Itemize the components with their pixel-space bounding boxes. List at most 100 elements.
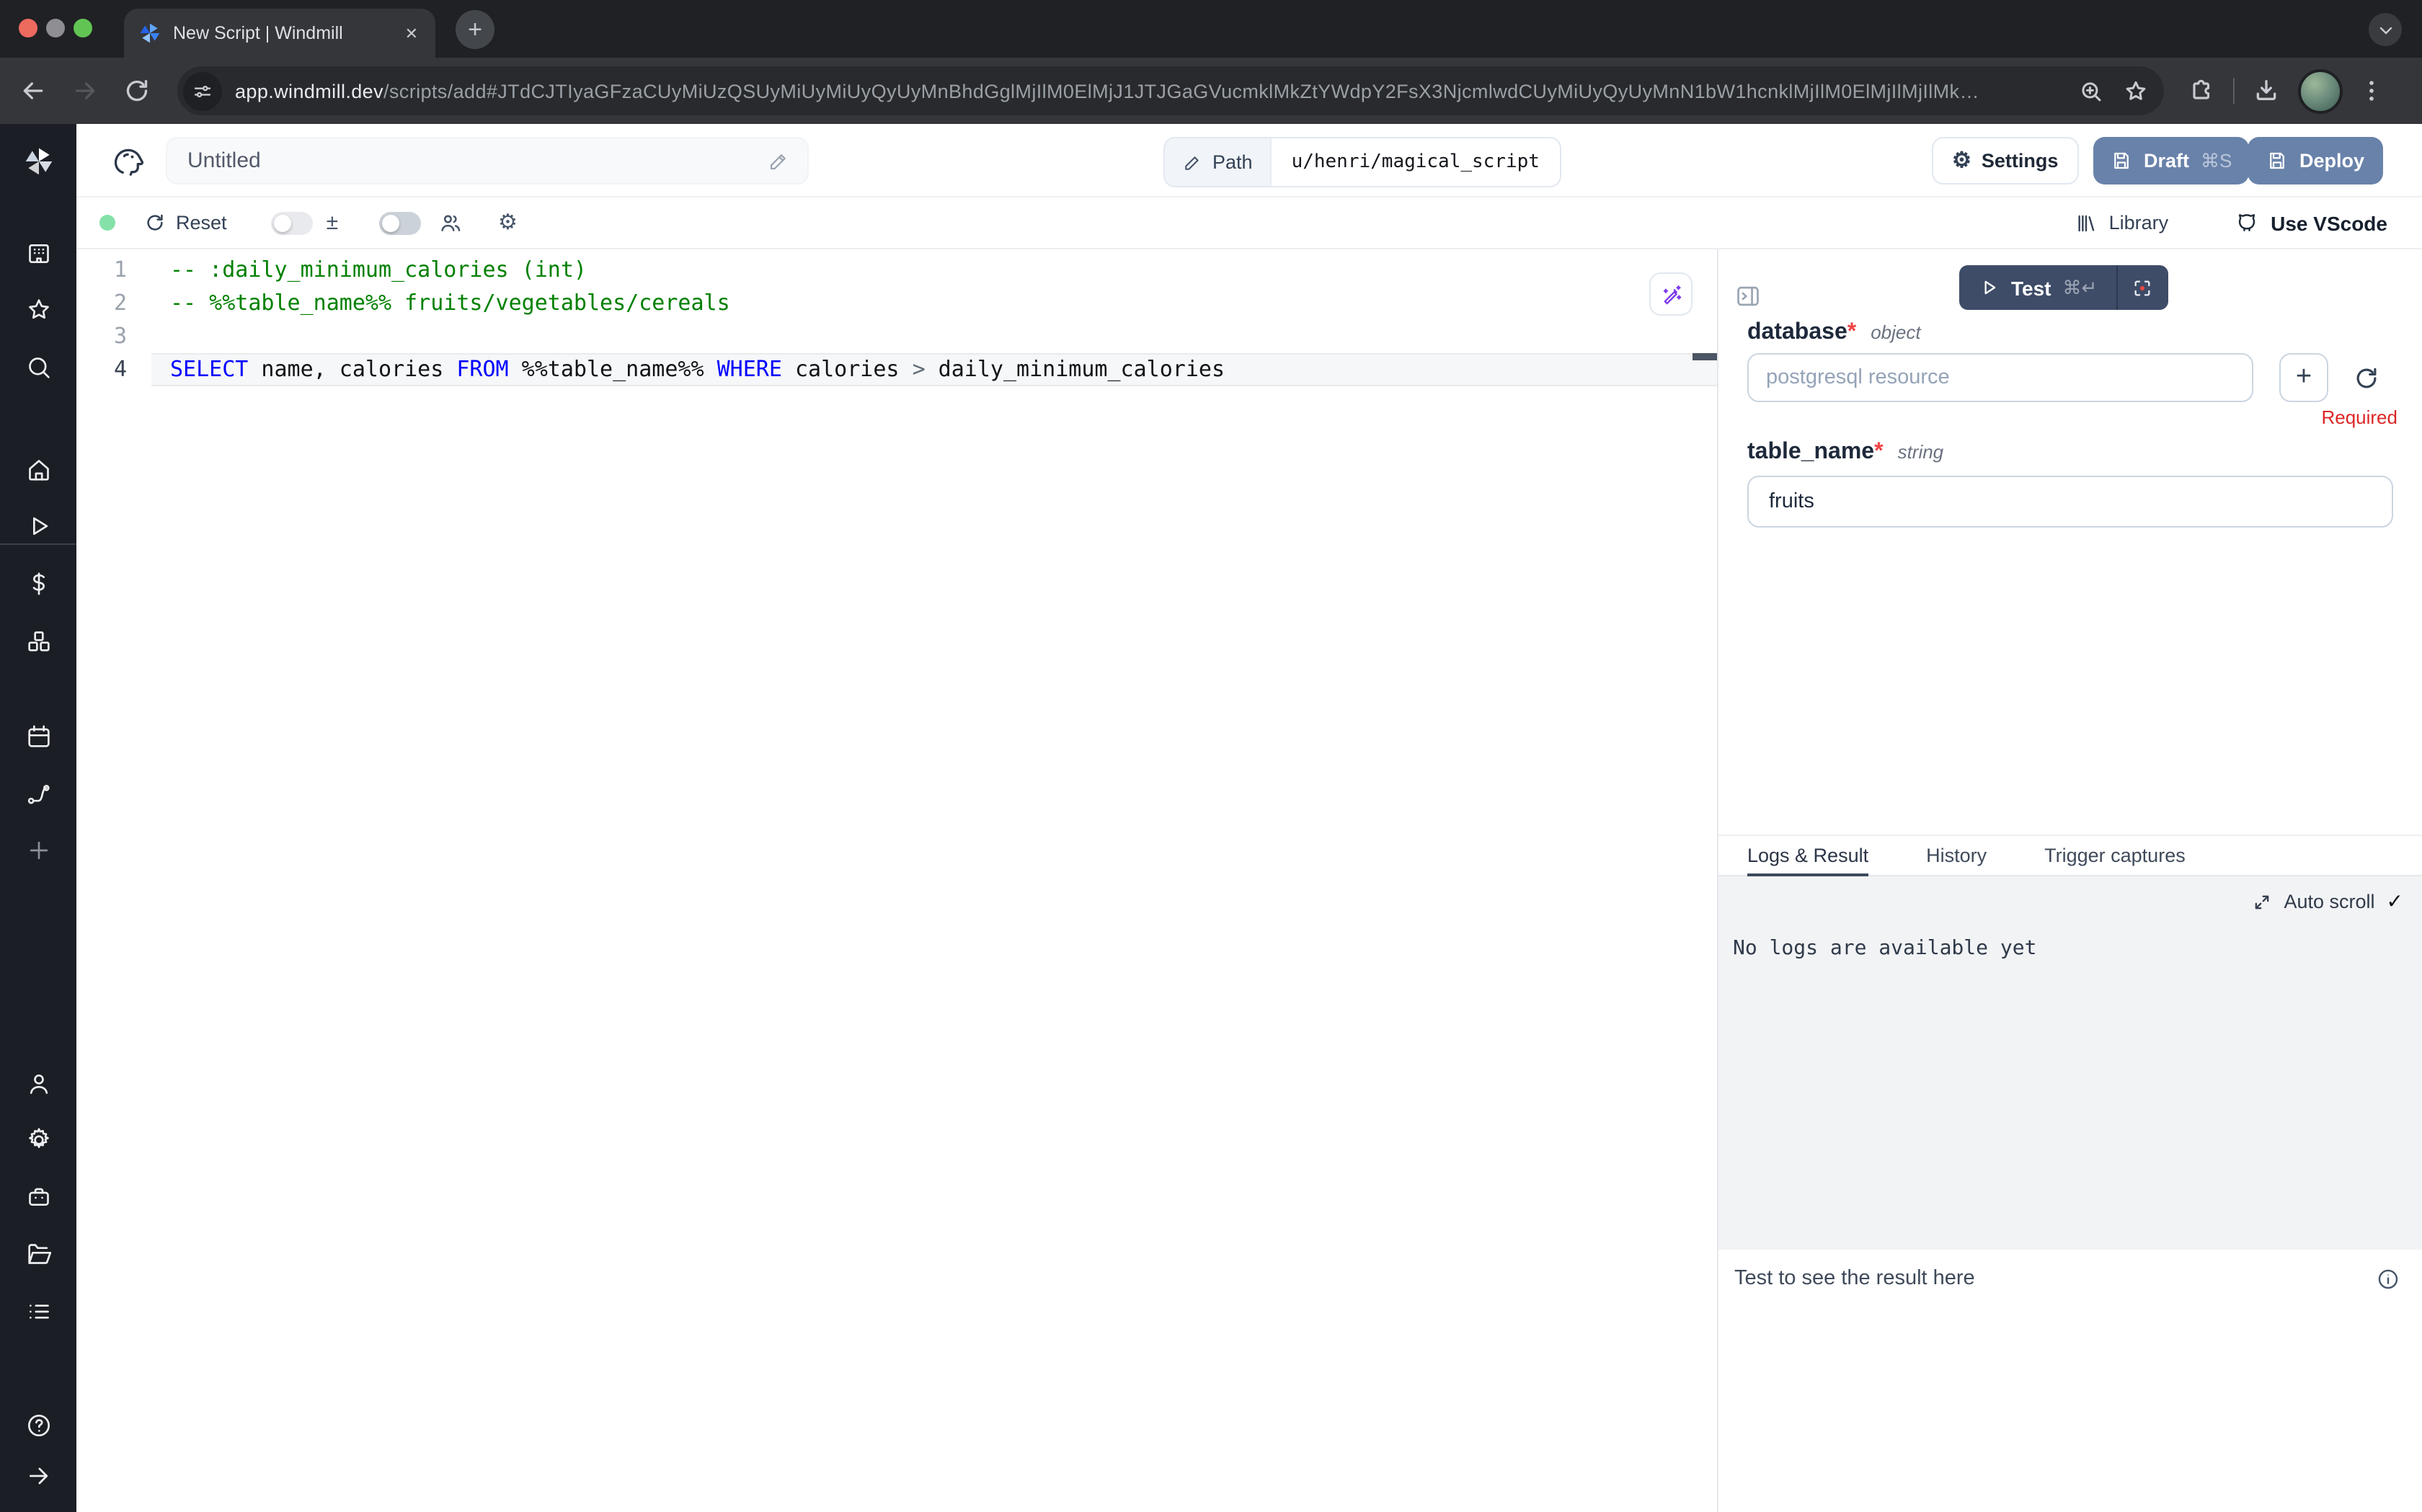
sidebar-item-settings[interactable] <box>0 1126 76 1157</box>
window-maximize-button[interactable] <box>74 19 92 37</box>
sidebar-item-expand[interactable] <box>0 1462 76 1493</box>
multiplayer-toggle[interactable] <box>378 211 420 234</box>
line-number: 3 <box>76 320 151 353</box>
code-line[interactable]: SELECT name, calories FROM %%table_name%… <box>151 353 1717 386</box>
bookmark-star-icon[interactable] <box>2122 77 2150 104</box>
code-token: -- %%table_name%% fruits/vegetables/cere… <box>170 290 730 316</box>
sidebar-item-users[interactable] <box>0 1069 76 1101</box>
expand-icon[interactable] <box>2252 891 2272 912</box>
play-icon <box>1978 277 2000 298</box>
sidebar-item-runs[interactable] <box>0 512 76 543</box>
menu-dots-icon[interactable] <box>2357 76 2386 105</box>
add-icon <box>24 836 53 865</box>
auto-scroll-control[interactable]: Auto scroll ✓ <box>2252 889 2403 914</box>
required-message: Required <box>1718 406 2397 428</box>
line-number: 4 <box>76 353 151 386</box>
sidebar-item-search[interactable] <box>0 353 76 385</box>
code-editor[interactable]: 1234 -- :daily_minimum_calories (int)-- … <box>76 249 1718 1512</box>
site-info-icon[interactable] <box>183 71 222 110</box>
sidebar-item-add[interactable] <box>0 836 76 868</box>
windmill-logo[interactable] <box>23 146 55 177</box>
deploy-button[interactable]: Deploy <box>2248 137 2383 184</box>
ai-assistant-button[interactable] <box>1649 272 1693 316</box>
sidebar-item-resources[interactable] <box>0 627 76 659</box>
code-line[interactable]: -- %%table_name%% fruits/vegetables/cere… <box>151 287 1717 320</box>
workers-icon <box>24 1182 53 1211</box>
script-name-input[interactable] <box>185 147 767 174</box>
capture-test-button[interactable] <box>2117 265 2168 310</box>
sidebar-item-workspace[interactable] <box>0 239 76 271</box>
path-label: Path <box>1212 151 1253 173</box>
logs-empty-message: No logs are available yet <box>1733 937 2036 960</box>
favorites-icon <box>24 295 53 324</box>
logs-pane: Auto scroll ✓ No logs are available yet <box>1718 876 2422 1250</box>
tab-history[interactable]: History <box>1926 836 1987 875</box>
tab-logs-result[interactable]: Logs & Result <box>1747 836 1868 875</box>
draft-button[interactable]: Draft ⌘S <box>2093 137 2249 184</box>
toggle-knob <box>275 214 292 231</box>
info-icon[interactable] <box>2376 1267 2400 1291</box>
sidebar-item-schedules[interactable] <box>0 722 76 754</box>
pencil-icon[interactable] <box>767 149 790 172</box>
line-number: 2 <box>76 287 151 320</box>
table-name-input[interactable] <box>1747 476 2393 528</box>
zoom-icon[interactable] <box>2077 77 2105 104</box>
window-minimize-button[interactable] <box>46 19 65 37</box>
tab-trigger-captures[interactable]: Trigger captures <box>2044 836 2186 875</box>
path-badge[interactable]: Path u/henri/magical_script <box>1163 137 1561 187</box>
new-tab-button[interactable]: + <box>456 10 494 49</box>
settings-icon <box>24 1126 53 1155</box>
sidebar-item-favorites[interactable] <box>0 295 76 327</box>
library-button[interactable]: Library <box>2075 211 2169 234</box>
url-path: /scripts/add#JTdCJTIyaGFzaCUyMiUzQSUyMiU… <box>383 80 1979 102</box>
pencil-icon <box>1182 152 1202 172</box>
code-token: SELECT <box>170 356 248 382</box>
draft-shortcut: ⌘S <box>2201 149 2232 172</box>
sidebar-item-routes[interactable] <box>0 780 76 811</box>
profile-avatar[interactable] <box>2298 68 2343 113</box>
refresh-resource-icon[interactable] <box>2353 365 2380 392</box>
sidebar-item-audit-logs[interactable] <box>0 1297 76 1329</box>
app-sidebar <box>0 124 76 1512</box>
close-tab-icon[interactable]: ✕ <box>402 21 421 45</box>
sidebar-item-home[interactable] <box>0 455 76 487</box>
use-vscode-button[interactable]: Use VScode <box>2235 210 2387 235</box>
tab-search-button[interactable] <box>2369 13 2402 46</box>
home-icon <box>24 455 53 484</box>
sidebar-item-workers[interactable] <box>0 1182 76 1214</box>
sidebar-item-variables[interactable] <box>0 569 76 601</box>
editor-code[interactable]: -- :daily_minimum_calories (int) -- %%tab… <box>151 254 1717 386</box>
code-line[interactable]: -- :daily_minimum_calories (int) <box>151 254 1717 287</box>
test-shortcut: ⌘↵ <box>2063 276 2098 299</box>
panel-toggle-icon[interactable] <box>1734 283 1762 310</box>
settings-button[interactable]: ⚙ Settings <box>1932 137 2078 184</box>
required-asterisk: * <box>1874 440 1883 464</box>
toolbar-separator <box>2233 78 2235 104</box>
gear-icon[interactable]: ⚙ <box>498 212 518 234</box>
browser-tab[interactable]: New Script | Windmill ✕ <box>124 9 435 58</box>
window-close-button[interactable] <box>19 19 37 37</box>
deploy-label: Deploy <box>2299 150 2364 172</box>
back-icon[interactable] <box>19 76 48 105</box>
url-bar[interactable]: app.windmill.dev/scripts/add#JTdCJTIyaGF… <box>177 66 2164 115</box>
test-button[interactable]: Test ⌘↵ <box>1959 265 2116 310</box>
reset-label: Reset <box>176 212 227 234</box>
forward-icon[interactable] <box>71 76 99 105</box>
download-icon[interactable] <box>2252 76 2281 105</box>
reset-button[interactable]: Reset <box>144 212 227 234</box>
add-resource-button[interactable]: + <box>2279 353 2328 402</box>
code-token: FROM <box>456 356 508 382</box>
test-label: Test <box>2011 276 2051 299</box>
browser-toolbar: app.windmill.dev/scripts/add#JTdCJTIyaGF… <box>0 58 2422 124</box>
reload-icon[interactable] <box>123 76 151 105</box>
url-text[interactable]: app.windmill.dev/scripts/add#JTdCJTIyaGF… <box>235 80 2060 102</box>
diff-toggle[interactable] <box>272 211 314 234</box>
script-name-field[interactable] <box>166 137 809 184</box>
sidebar-item-folders[interactable] <box>0 1240 76 1271</box>
sidebar-item-help[interactable] <box>0 1411 76 1443</box>
gear-icon: ⚙ <box>1952 150 1971 172</box>
code-line[interactable] <box>151 320 1717 353</box>
database-resource-input[interactable] <box>1747 353 2253 402</box>
extensions-icon[interactable] <box>2187 76 2216 105</box>
resources-icon <box>24 627 53 656</box>
